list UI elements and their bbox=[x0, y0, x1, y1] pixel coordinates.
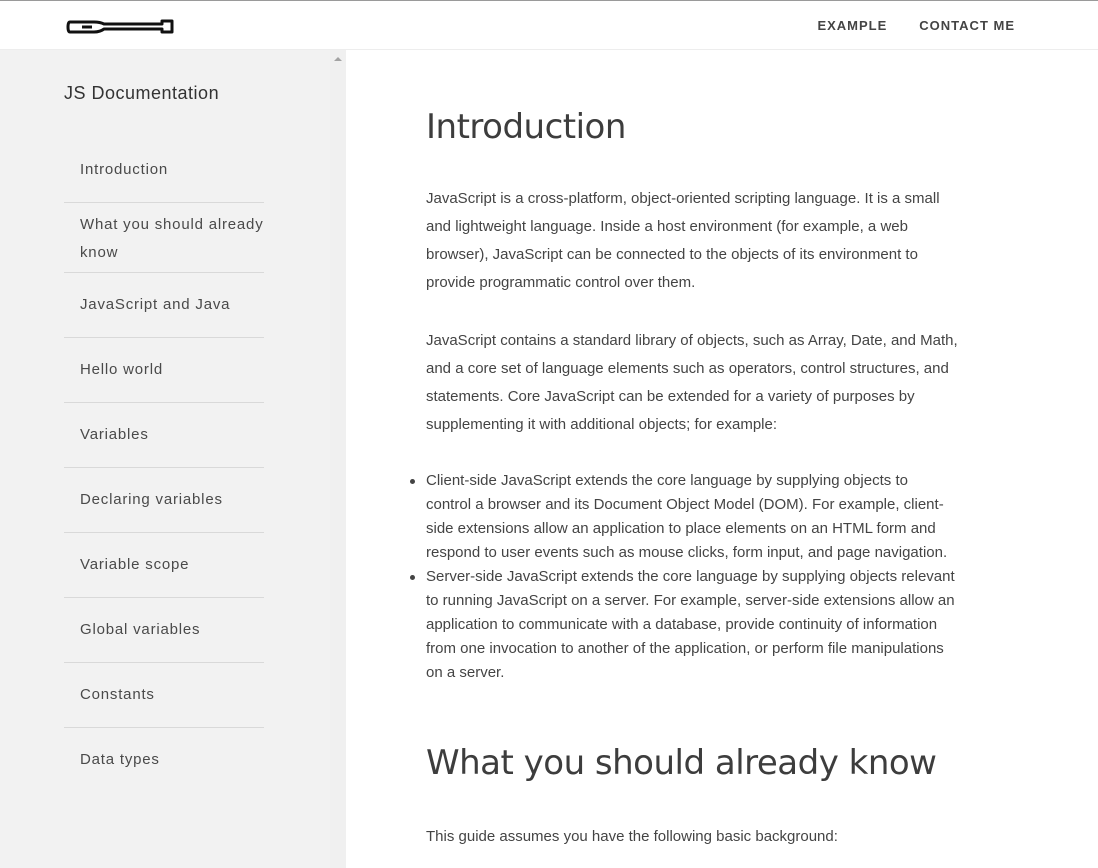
list-item: Server-side JavaScript extends the core … bbox=[410, 565, 956, 685]
sidebar-item-declaring-variables: Declaring variables bbox=[64, 468, 264, 533]
sidebar-link-javascript-and-java[interactable]: JavaScript and Java bbox=[64, 273, 264, 337]
top-nav: EXAMPLE CONTACT ME bbox=[817, 18, 1015, 33]
sidebar-scrollbar[interactable] bbox=[330, 50, 346, 868]
section-heading-introduction: Introduction bbox=[426, 107, 626, 147]
list-item: Client-side JavaScript extends the core … bbox=[410, 469, 956, 565]
sidebar-item-introduction: Introduction bbox=[64, 138, 264, 203]
sidebar-title: JS Documentation bbox=[64, 83, 220, 103]
top-navbar: EXAMPLE CONTACT ME bbox=[0, 0, 1098, 50]
nav-link-contact-me[interactable]: CONTACT ME bbox=[919, 18, 1015, 33]
sidebar-link-global-variables[interactable]: Global variables bbox=[64, 598, 264, 662]
sidebar: JS Documentation Introduction What you s… bbox=[0, 50, 330, 868]
sidebar-link-data-types[interactable]: Data types bbox=[64, 728, 264, 792]
sidebar-link-hello-world[interactable]: Hello world bbox=[64, 338, 264, 402]
sidebar-item-variable-scope: Variable scope bbox=[64, 533, 264, 598]
sidebar-item-javascript-and-java: JavaScript and Java bbox=[64, 273, 264, 338]
sidebar-link-what-you-should-already-know[interactable]: What you should already know bbox=[64, 203, 264, 272]
scroll-up-arrow-icon[interactable] bbox=[334, 57, 342, 61]
sidebar-link-declaring-variables[interactable]: Declaring variables bbox=[64, 468, 264, 532]
background-paragraph: This guide assumes you have the followin… bbox=[426, 828, 838, 845]
section-heading-what-you-should-already-know: What you should already know bbox=[426, 743, 937, 783]
sidebar-item-data-types: Data types bbox=[64, 728, 264, 792]
sidebar-item-variables: Variables bbox=[64, 403, 264, 468]
sidebar-nav: Introduction What you should already kno… bbox=[64, 138, 264, 792]
sidebar-link-constants[interactable]: Constants bbox=[64, 663, 264, 727]
sidebar-link-variables[interactable]: Variables bbox=[64, 403, 264, 467]
sidebar-item-what-you-should-already-know: What you should already know bbox=[64, 203, 264, 273]
sidebar-link-introduction[interactable]: Introduction bbox=[64, 138, 264, 202]
stdlib-paragraph: JavaScript contains a standard library o… bbox=[426, 332, 958, 433]
paddle-logo-icon[interactable] bbox=[66, 16, 176, 38]
nav-link-example[interactable]: EXAMPLE bbox=[817, 18, 887, 33]
extension-list: Client-side JavaScript extends the core … bbox=[410, 469, 956, 685]
sidebar-item-constants: Constants bbox=[64, 663, 264, 728]
intro-paragraph: JavaScript is a cross-platform, object-o… bbox=[426, 190, 940, 291]
sidebar-item-global-variables: Global variables bbox=[64, 598, 264, 663]
sidebar-link-variable-scope[interactable]: Variable scope bbox=[64, 533, 264, 597]
sidebar-item-hello-world: Hello world bbox=[64, 338, 264, 403]
